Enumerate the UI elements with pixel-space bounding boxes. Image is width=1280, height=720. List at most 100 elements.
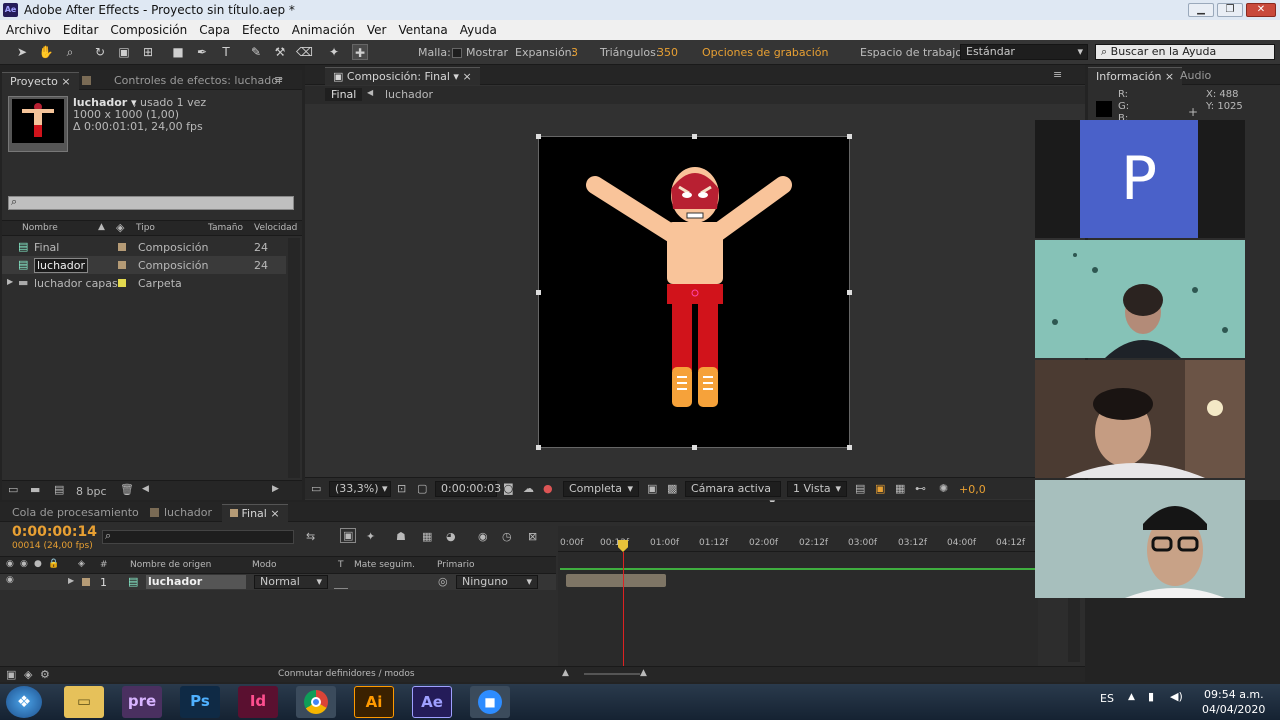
language-indicator[interactable]: ES (1100, 692, 1114, 705)
timeline-icon[interactable]: ▦ (895, 482, 905, 495)
close-icon[interactable]: × (61, 75, 70, 88)
column-size[interactable]: Tamaño (208, 223, 243, 233)
tab-project[interactable]: Proyecto × (2, 72, 79, 90)
show-snapshot-icon[interactable]: ☁ (523, 482, 534, 495)
start-button[interactable]: ❖ (6, 686, 42, 718)
snapshot-camera-icon[interactable]: ◙ (503, 482, 514, 495)
always-preview-icon[interactable]: ▭ (311, 482, 321, 495)
opciones-grabacion-link[interactable]: Opciones de grabación (702, 46, 828, 59)
pan-behind-tool-icon[interactable]: ⊞ (140, 44, 156, 60)
video-tile-participant-4[interactable] (1035, 480, 1245, 598)
app-indesign-icon[interactable]: Id (238, 686, 278, 718)
maximize-button[interactable]: ❐ (1217, 3, 1243, 17)
tab-timeline-luchador[interactable]: luchador (156, 504, 220, 522)
new-folder-icon[interactable]: ▬ (30, 483, 40, 496)
project-row-luchador[interactable]: ▤ luchador Composición 24 (2, 256, 286, 274)
pick-whip-icon[interactable]: ◎ (438, 575, 448, 588)
project-row-luchador-capas[interactable]: ▶ ▬ luchador capas Carpeta (2, 274, 286, 292)
views-select[interactable]: 1 Vista ▾ (787, 481, 847, 497)
zoom-in-icon[interactable]: ▲ (640, 668, 647, 678)
menu-ayuda[interactable]: Ayuda (460, 23, 497, 37)
transform-handle[interactable] (847, 134, 852, 139)
transform-handle[interactable] (847, 445, 852, 450)
app-zoom-icon[interactable]: ■ (470, 686, 510, 718)
column-mode[interactable]: Modo (252, 560, 277, 570)
app-after-effects-icon[interactable]: Ae (412, 686, 452, 718)
bit-depth-button[interactable]: 8 bpc (76, 485, 107, 498)
network-icon[interactable]: ▮ (1148, 690, 1154, 703)
layer-row[interactable]: ◉ ▶ 1 ▤ luchador Normal ▾ ◎ Ninguno ▾ (0, 574, 556, 590)
panel-menu-icon[interactable]: ≡ (1053, 68, 1062, 81)
layer-name[interactable]: luchador (146, 575, 246, 589)
transform-handle[interactable] (692, 445, 697, 450)
auto-keyframe-icon[interactable]: ◷ (502, 530, 512, 543)
layer-parent-select[interactable]: Ninguno ▾ (456, 575, 538, 589)
menu-composicion[interactable]: Composición (110, 23, 187, 37)
file-explorer-icon[interactable]: ▭ (64, 686, 104, 718)
app-chrome-icon[interactable] (296, 686, 336, 718)
new-composition-icon[interactable]: ▤ (54, 483, 64, 496)
transform-handle[interactable] (847, 290, 852, 295)
menu-ver[interactable]: Ver (367, 23, 387, 37)
column-speed[interactable]: Velocidad (254, 223, 297, 233)
transform-handle[interactable] (536, 134, 541, 139)
tab-audio[interactable]: Audio (1172, 67, 1219, 85)
minimize-button[interactable]: ▁ (1188, 3, 1214, 17)
motion-blur-icon[interactable]: ◕ (446, 530, 456, 543)
toggle-switches-modes-button[interactable]: Conmutar definidores / modos (278, 669, 415, 679)
frame-blending-icon[interactable]: ▦ (422, 530, 432, 543)
roto-brush-tool-icon[interactable]: ✦ (326, 44, 342, 60)
triangulos-value[interactable]: 350 (657, 46, 678, 59)
video-tile-participant-p[interactable]: P (1035, 120, 1245, 238)
transform-handle[interactable] (536, 290, 541, 295)
video-tile-participant-2[interactable] (1035, 240, 1245, 358)
transfer-controls-icon[interactable]: ◈ (24, 668, 32, 681)
eraser-tool-icon[interactable]: ⌫ (296, 44, 313, 60)
breadcrumb-final[interactable]: Final (325, 88, 363, 101)
menu-ventana[interactable]: Ventana (398, 23, 447, 37)
help-search-input[interactable]: ⌕ Buscar en la Ayuda (1095, 44, 1275, 60)
clone-stamp-tool-icon[interactable]: ⚒ (272, 44, 288, 60)
column-parent[interactable]: Primario (437, 560, 474, 570)
toggle-pixel-aspect-icon[interactable]: ▤ (855, 482, 865, 495)
transparency-grid-icon[interactable]: ▩ (667, 482, 677, 495)
flowchart-icon[interactable]: ⊷ (915, 482, 926, 495)
workspace-select[interactable]: Estándar ▾ (960, 44, 1088, 60)
column-source-name[interactable]: Nombre de origen (130, 560, 211, 570)
column-name[interactable]: Nombre (22, 223, 58, 233)
show-hidden-icons-icon[interactable]: ▲ (1128, 692, 1135, 702)
current-timecode[interactable]: 0:00:00:14 (12, 524, 97, 540)
camera-select[interactable]: Cámara activa ▾ (685, 481, 781, 509)
exposure-icon[interactable]: ✺ (939, 482, 948, 495)
transform-handle[interactable] (536, 445, 541, 450)
eye-icon[interactable]: ◉ (6, 575, 14, 585)
transform-handle[interactable] (692, 134, 697, 139)
zoom-out-icon[interactable]: ▲ (562, 668, 569, 678)
menu-editar[interactable]: Editar (63, 23, 99, 37)
project-search-input[interactable]: ⌕ (8, 195, 294, 210)
rectangle-tool-icon[interactable]: ■ (170, 44, 186, 60)
menu-archivo[interactable]: Archivo (6, 23, 51, 37)
viewer-timecode[interactable]: 0:00:00:03 (435, 481, 501, 497)
menu-capa[interactable]: Capa (199, 23, 230, 37)
layer-search-input[interactable]: ⌕ (102, 529, 294, 544)
layer-duration-bar[interactable] (566, 574, 666, 587)
camera-tool-icon[interactable]: ▣ (116, 44, 132, 60)
fast-previews-icon[interactable]: ▣ (875, 482, 885, 495)
mostrar-checkbox[interactable] (452, 48, 462, 58)
expansion-value[interactable]: 3 (571, 46, 578, 59)
trash-icon[interactable]: 🗑 (120, 483, 134, 496)
brush-tool-icon[interactable]: ✎ (248, 44, 264, 60)
expand-triangle-icon[interactable]: ▶ (7, 277, 13, 286)
volume-icon[interactable]: ◀) (1170, 690, 1183, 703)
menu-efecto[interactable]: Efecto (242, 23, 280, 37)
graph-editor-icon[interactable]: ⊠ (528, 530, 537, 543)
draft-3d-icon[interactable]: ✦ (366, 530, 375, 543)
puppet-pin-tool-icon[interactable]: ✚ (352, 44, 368, 60)
hand-tool-icon[interactable]: ✋ (38, 44, 54, 60)
column-type[interactable]: Tipo (136, 223, 155, 233)
zoom-select[interactable]: (33,3%) ▾ (329, 481, 391, 497)
interpret-footage-icon[interactable]: ▭ (8, 483, 18, 496)
brainstorm-icon[interactable]: ◉ (478, 530, 488, 543)
layer-mode-select[interactable]: Normal ▾ (254, 575, 328, 589)
